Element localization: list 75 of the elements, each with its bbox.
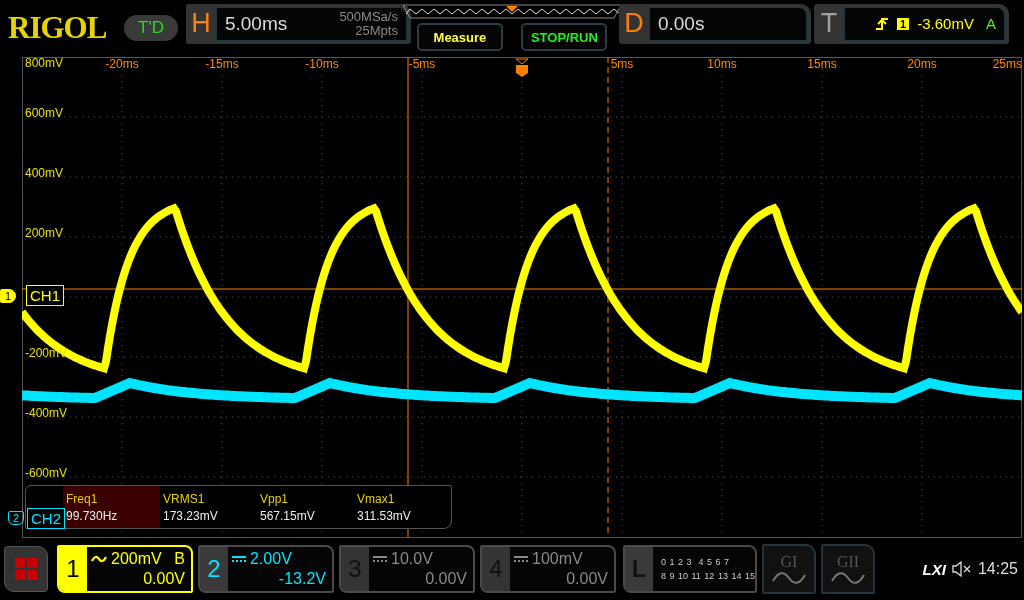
channel-scale: 200mV bbox=[111, 549, 162, 569]
time-axis-label: 20ms bbox=[907, 57, 937, 71]
digital-channel-numbers: 8 9 10 11 12 13 14 15 bbox=[661, 571, 755, 581]
channel-label: CH2 bbox=[27, 508, 65, 529]
trigger-label: T bbox=[819, 8, 839, 39]
measurement-name: VRMS1 bbox=[163, 491, 206, 506]
measurement-name: Vpp1 bbox=[260, 491, 290, 506]
channel-offset: 0.00V bbox=[424, 569, 467, 589]
channel-number: 1 bbox=[59, 547, 87, 591]
voltage-axis-label: 200mV bbox=[25, 226, 64, 240]
trigger-panel[interactable]: T 1 -3.60mV A bbox=[813, 3, 1009, 44]
time-axis-label: 15ms bbox=[807, 57, 837, 71]
channel-offset: -13.2V bbox=[277, 569, 326, 589]
channel-scale: 10.0V bbox=[391, 549, 433, 569]
measure-button[interactable]: Measure bbox=[416, 23, 503, 51]
measurement-value: 173.23mV bbox=[163, 508, 219, 523]
delay-panel[interactable]: D 0.00s bbox=[618, 3, 811, 44]
channel-panel[interactable]: 1 200mV B 0.00V bbox=[57, 545, 193, 593]
channel-offset: 0.00V bbox=[142, 569, 185, 589]
time-axis-label: 25ms bbox=[992, 57, 1022, 71]
sine-wave-icon bbox=[771, 571, 807, 585]
time-axis-label: -10ms bbox=[305, 57, 339, 71]
horizontal-panel[interactable]: H 5.00ms 500MSa/s 25Mpts bbox=[185, 3, 411, 44]
voltage-axis-label: 600mV bbox=[25, 106, 64, 120]
voltage-axis-label: 400mV bbox=[25, 166, 64, 180]
memory-overview-icon bbox=[401, 4, 622, 19]
voltage-axis-label: -600mV bbox=[25, 466, 68, 480]
stop-run-button[interactable]: STOP/RUN bbox=[520, 23, 607, 51]
sample-rate: 500MSa/s bbox=[339, 9, 398, 24]
trigger-position-icon bbox=[515, 58, 529, 78]
measurement-name: Vmax1 bbox=[357, 491, 396, 506]
measurement-value: 99.730Hz bbox=[66, 508, 119, 523]
grid-icon bbox=[14, 557, 38, 581]
timebase-value: 5.00ms bbox=[224, 12, 289, 35]
delay-label: D bbox=[623, 8, 645, 39]
time-axis-label: -15ms bbox=[205, 57, 239, 71]
trigger-source: 1 bbox=[897, 17, 910, 30]
time-axis-label: -5ms bbox=[408, 57, 436, 71]
measurement-item[interactable]: VRMS1 173.23mV bbox=[160, 486, 257, 528]
brand-logo: RIGOL bbox=[8, 9, 108, 46]
time-axis-label: 10ms bbox=[707, 57, 737, 71]
clock-time: 14:25 bbox=[977, 560, 1018, 578]
channel-marker[interactable]: 2 bbox=[8, 511, 25, 525]
rising-edge-icon bbox=[875, 16, 890, 31]
measurement-name: Freq1 bbox=[66, 491, 99, 506]
voltage-axis-label: -400mV bbox=[25, 406, 68, 420]
channel-scale: 100mV bbox=[532, 549, 583, 569]
generator-label: GII bbox=[836, 553, 860, 571]
channel-offset: 0.00V bbox=[565, 569, 608, 589]
voltage-axis-label: 800mV bbox=[25, 56, 64, 70]
channel-label: CH1 bbox=[26, 285, 64, 306]
channel-number: 2 bbox=[200, 547, 228, 591]
time-axis-label: 5ms bbox=[610, 57, 634, 71]
measurement-value: 567.15mV bbox=[260, 508, 316, 523]
trigger-level: -3.60mV bbox=[917, 15, 974, 32]
bandwidth-limit: B bbox=[174, 549, 185, 569]
measurement-value: 311.53mV bbox=[357, 508, 412, 523]
trigger-mode: A bbox=[985, 15, 996, 32]
generator-label: GI bbox=[780, 553, 798, 571]
lxi-logo: LXI bbox=[922, 560, 946, 578]
menu-button[interactable] bbox=[4, 546, 48, 592]
speaker-muted-icon[interactable] bbox=[951, 560, 972, 578]
channel-panel[interactable]: 2 2.00V -13.2V bbox=[198, 545, 334, 593]
measurement-item[interactable]: Vmax1 311.53mV bbox=[354, 486, 451, 528]
trigger-status: T'D bbox=[124, 14, 178, 41]
sine-wave-icon bbox=[830, 571, 866, 585]
memory-depth: 25Mpts bbox=[355, 23, 398, 38]
horizontal-label: H bbox=[190, 8, 212, 39]
measurement-item[interactable]: Freq1 99.730Hz bbox=[63, 486, 160, 528]
channel-marker[interactable]: 1 bbox=[0, 289, 17, 303]
delay-value: 0.00s bbox=[657, 12, 706, 35]
channel-scale: 2.00V bbox=[250, 549, 292, 569]
time-axis-label: -20ms bbox=[105, 57, 139, 71]
digital-channel-numbers: 0 1 2 3 4 5 6 7 bbox=[661, 557, 731, 567]
measurement-item[interactable]: Vpp1 567.15mV bbox=[257, 486, 354, 528]
